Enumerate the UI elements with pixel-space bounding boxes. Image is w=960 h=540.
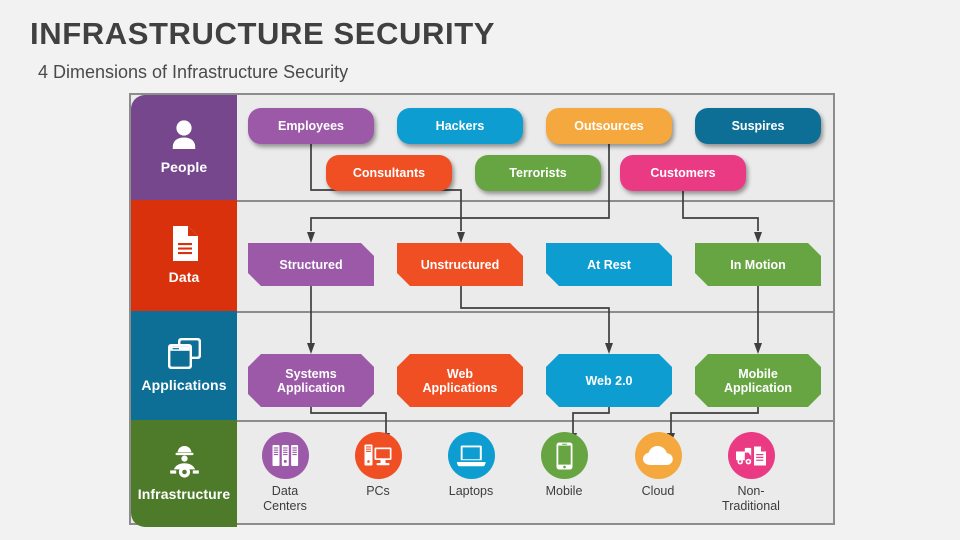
worker-gear-icon (168, 444, 201, 478)
node-structured[interactable]: Structured (248, 243, 374, 286)
page-subtitle: 4 Dimensions of Infrastructure Security (38, 62, 349, 82)
infra-label: Non- Traditional (722, 484, 780, 513)
windows-stack-icon (167, 337, 201, 369)
dimension-label: Data (168, 268, 200, 285)
infra-mobile[interactable]: Mobile (518, 432, 610, 499)
node-outsources[interactable]: Outsources (546, 108, 672, 144)
page-title: INFRASTRUCTURE SECURITY (30, 16, 496, 51)
node-hackers[interactable]: Hackers (397, 108, 523, 144)
node-at-rest[interactable]: At Rest (546, 243, 672, 286)
infra-pcs[interactable]: PCs (332, 432, 424, 499)
node-systems-application[interactable]: Systems Application (248, 354, 374, 407)
node-label: Suspires (731, 119, 785, 133)
node-label: Employees (277, 119, 344, 133)
node-label: Hackers (435, 119, 485, 133)
infra-label: Laptops (448, 484, 494, 498)
dimension-label: Applications (141, 376, 227, 393)
node-unstructured[interactable]: Unstructured (397, 243, 523, 286)
infra-label: Data Centers (263, 484, 307, 513)
servers-icon (261, 432, 309, 479)
dimension-infrastructure[interactable]: Infrastructure (131, 420, 237, 527)
node-suspires[interactable]: Suspires (695, 108, 821, 144)
node-employees[interactable]: Employees (248, 108, 374, 144)
infra-label: Cloud (641, 484, 675, 498)
desktop-pc-icon (354, 432, 402, 479)
node-label: At Rest (587, 257, 631, 272)
node-customers[interactable]: Customers (620, 155, 746, 191)
node-label: Outsources (574, 119, 644, 133)
infra-data-centers[interactable]: Data Centers (239, 432, 331, 514)
node-in-motion[interactable]: In Motion (695, 243, 821, 286)
node-mobile-application[interactable]: Mobile Application (695, 354, 821, 407)
slide-canvas: INFRASTRUCTURE SECURITY 4 Dimensions of … (0, 0, 960, 540)
dimension-label: Infrastructure (137, 486, 231, 503)
document-icon (170, 225, 198, 261)
smartphone-icon (540, 432, 588, 479)
infra-laptops[interactable]: Laptops (425, 432, 517, 499)
node-label: Consultants (352, 166, 426, 180)
laptop-icon (447, 432, 495, 479)
node-consultants[interactable]: Consultants (326, 155, 452, 191)
node-label: Structured (279, 257, 343, 272)
person-icon (169, 119, 199, 151)
node-label: Terrorists (509, 166, 567, 180)
dimension-applications[interactable]: Applications (131, 311, 237, 420)
node-web-2-0[interactable]: Web 2.0 (546, 354, 672, 407)
cloud-icon (634, 432, 682, 479)
node-label: Web 2.0 (585, 373, 633, 388)
infra-non-traditional[interactable]: Non- Traditional (705, 432, 797, 514)
dimension-people[interactable]: People (131, 95, 237, 200)
truck-document-icon (727, 432, 775, 479)
node-label: Unstructured (420, 257, 500, 272)
node-label: Mobile Application (723, 366, 793, 395)
dimension-label: People (160, 159, 208, 176)
infra-cloud[interactable]: Cloud (612, 432, 704, 499)
diagram-frame: People Data Applications Infrastructure … (129, 93, 835, 527)
dimension-data[interactable]: Data (131, 200, 237, 311)
node-web-applications[interactable]: Web Applications (397, 354, 523, 407)
node-label: Web Applications (422, 366, 498, 395)
node-label: In Motion (730, 257, 786, 272)
node-label: Systems Application (276, 366, 346, 395)
infra-label: Mobile (545, 484, 583, 498)
node-terrorists[interactable]: Terrorists (475, 155, 601, 191)
infra-label: PCs (366, 484, 390, 498)
node-label: Customers (650, 166, 716, 180)
